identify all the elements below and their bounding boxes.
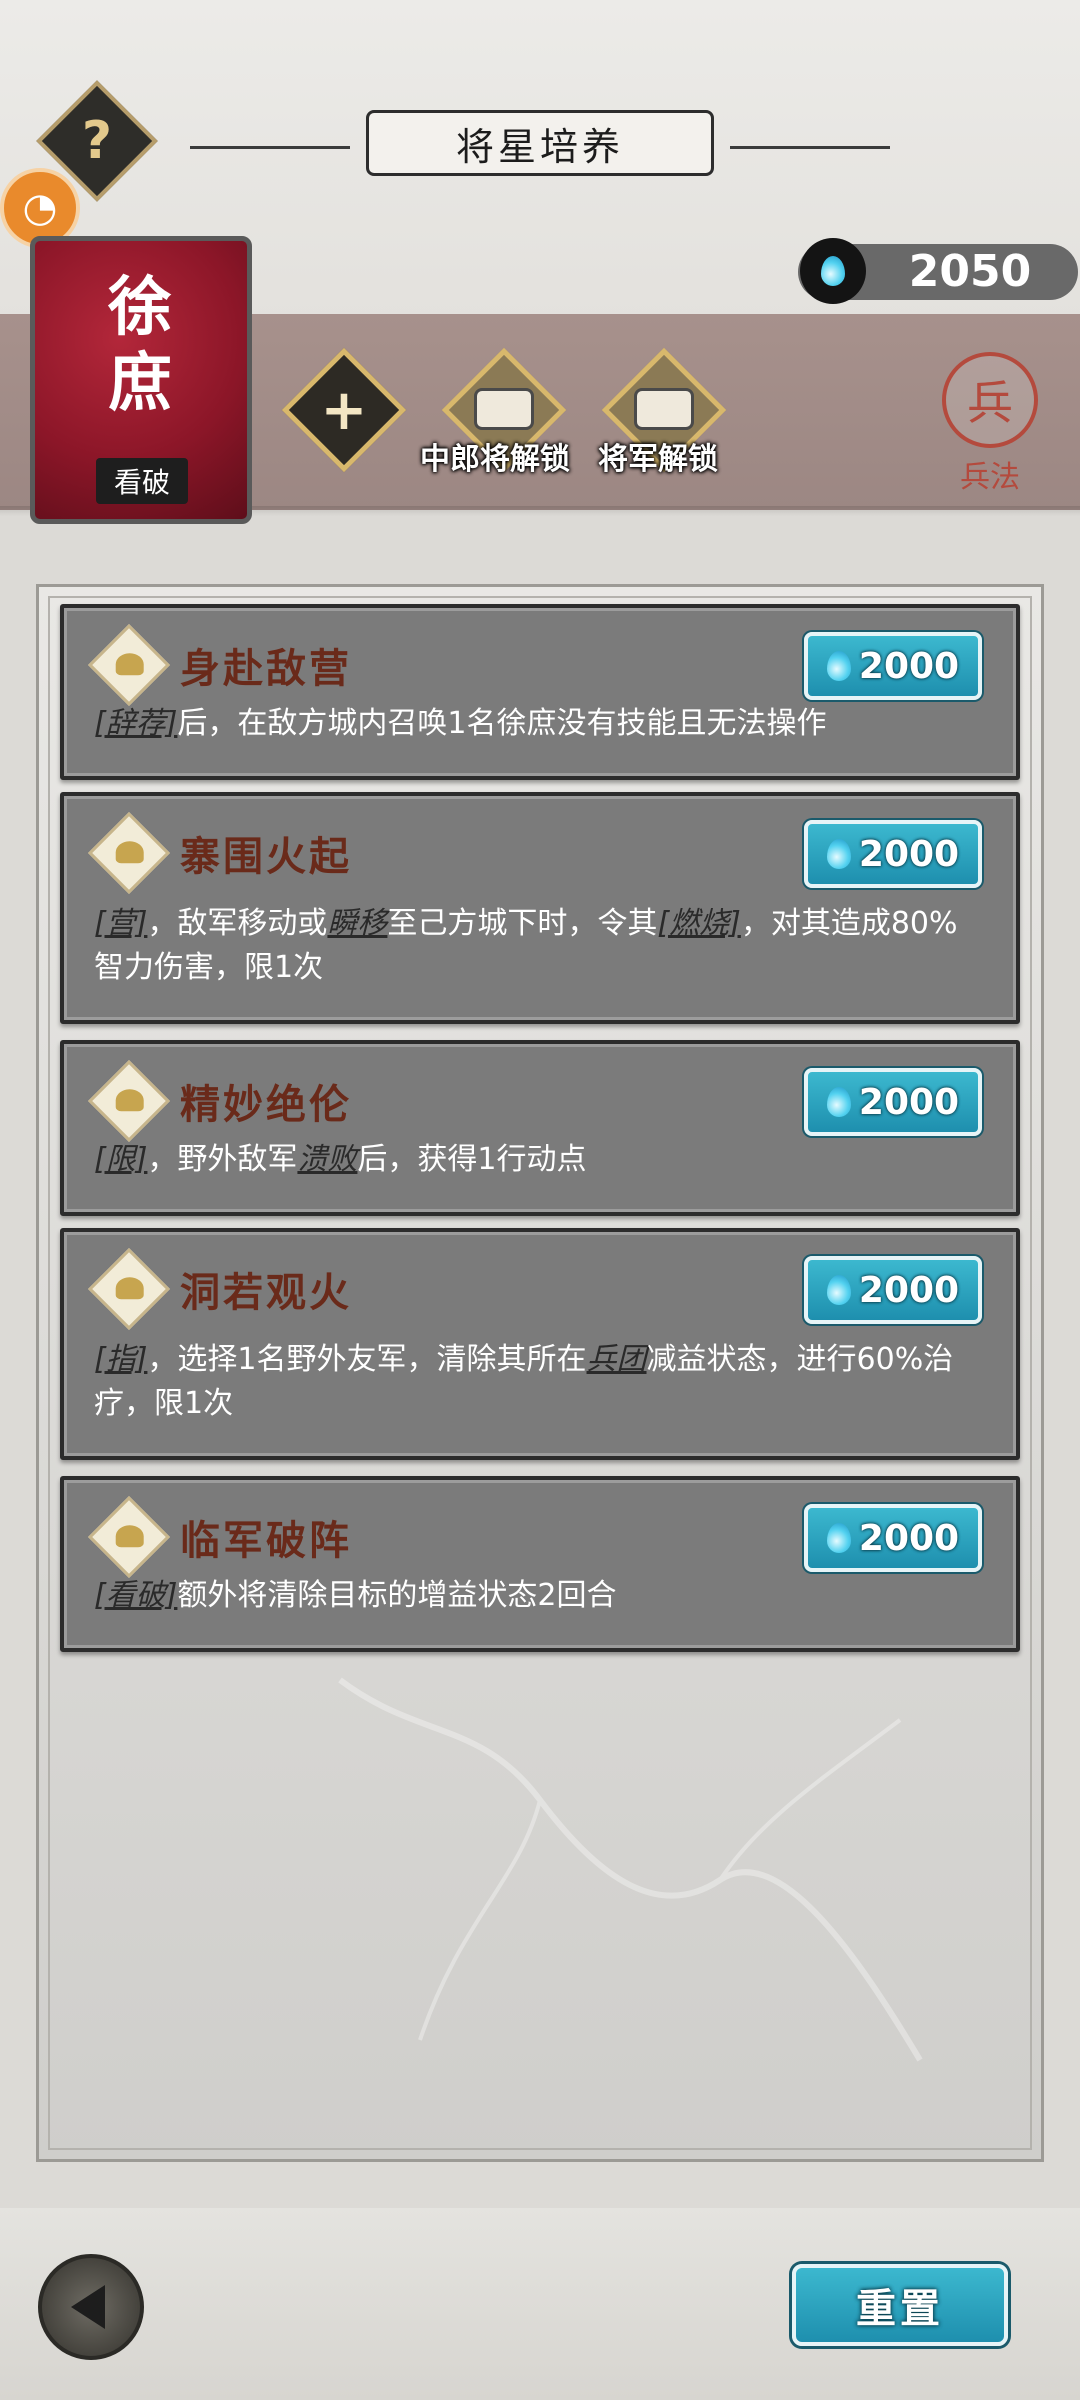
blue-flame-icon: [826, 1523, 851, 1553]
skill-title: 身赴敌营: [180, 645, 352, 692]
skill-description: [辞荐]后，在敌方城内召唤1名徐庶没有技能且无法操作: [94, 702, 984, 746]
unlock-skill-button[interactable]: 2000: [804, 1504, 982, 1572]
title-line-right: [730, 146, 890, 149]
blue-flame-icon: [826, 839, 851, 869]
skill-cost: 2000: [858, 645, 960, 687]
skill-badge-icon: [87, 811, 171, 895]
bingfa-label[interactable]: 兵法: [940, 452, 1040, 496]
skill-card[interactable]: 精妙绝伦 2000 [限]，野外敌军溃败后，获得1行动点: [60, 1040, 1020, 1216]
blue-flame-icon: [826, 1275, 851, 1305]
skill-keyword-link[interactable]: [限]: [94, 1142, 147, 1177]
skill-title: 临军破阵: [180, 1517, 352, 1564]
skill-description: [指]，选择1名野外友军，清除其所在兵团减益状态，进行60%治疗，限1次: [94, 1338, 984, 1426]
unlock-skill-button[interactable]: 2000: [804, 632, 982, 700]
skill-description: [看破]额外将清除目标的增益状态2回合: [94, 1574, 984, 1618]
skill-badge-icon: [87, 1059, 171, 1143]
hero-name: 徐庶: [108, 270, 172, 421]
skill-card[interactable]: 临军破阵 2000 [看破]额外将清除目标的增益状态2回合: [60, 1476, 1020, 1652]
currency-value: 2050: [908, 246, 1032, 297]
slot-label-1: 中郎将解锁: [420, 442, 570, 477]
skill-badge-icon: [87, 623, 171, 707]
crown-icon: [115, 1089, 144, 1112]
skill-keyword-link[interactable]: 溃败: [297, 1142, 357, 1177]
slot-label-2: 将军解锁: [598, 442, 718, 477]
crown-icon: [115, 841, 144, 864]
skill-description-text: ，野外敌军: [147, 1142, 298, 1177]
lock-icon: [474, 388, 534, 430]
blue-flame-icon: [800, 238, 866, 304]
skill-keyword-link[interactable]: [辞荐]: [94, 706, 177, 741]
back-button[interactable]: [38, 2254, 144, 2360]
skill-description: [营]，敌军移动或瞬移至己方城下时，令其[燃烧]，对其造成80%智力伤害，限1次: [94, 902, 984, 990]
back-arrow-icon: [71, 2285, 105, 2329]
blue-flame-icon: [826, 1087, 851, 1117]
skill-badge-icon: [87, 1495, 171, 1579]
skill-keyword-link[interactable]: [指]: [94, 1342, 147, 1377]
question-icon[interactable]: ?: [54, 98, 140, 184]
skill-title: 寨围火起: [180, 833, 352, 880]
marble-texture: [338, 1677, 923, 2062]
skill-keyword-link[interactable]: [燃烧]: [657, 906, 740, 941]
skill-cost: 2000: [858, 1517, 960, 1559]
skill-badge-icon: [87, 1247, 171, 1331]
skill-description-text: ，敌军移动或: [147, 906, 328, 941]
reset-button[interactable]: 重置: [792, 2264, 1008, 2346]
unlock-skill-button[interactable]: 2000: [804, 1068, 982, 1136]
skill-description-text: 后，获得1行动点: [357, 1142, 587, 1177]
skill-description: [限]，野外敌军溃败后，获得1行动点: [94, 1138, 984, 1182]
skill-keyword-link[interactable]: [看破]: [94, 1578, 177, 1613]
skill-keyword-link[interactable]: 瞬移: [327, 906, 387, 941]
skill-description-text: ，选择1名野外友军，清除其所在: [147, 1342, 587, 1377]
unlock-skill-button[interactable]: 2000: [804, 820, 982, 888]
skill-keyword-link[interactable]: [营]: [94, 906, 147, 941]
title-line-left: [190, 146, 350, 149]
skill-description-text: 额外将清除目标的增益状态2回合: [177, 1578, 617, 1613]
bingfa-book-icon[interactable]: 兵: [942, 352, 1038, 448]
crown-icon: [115, 1525, 144, 1548]
skill-cost: 2000: [858, 833, 960, 875]
skill-cost: 2000: [858, 1081, 960, 1123]
skill-title: 精妙绝伦: [180, 1081, 352, 1128]
lock-icon: [634, 388, 694, 430]
skill-keyword-link[interactable]: 兵团: [587, 1342, 647, 1377]
skill-card[interactable]: 寨围火起 2000 [营]，敌军移动或瞬移至己方城下时，令其[燃烧]，对其造成80%…: [60, 792, 1020, 1024]
blue-flame-icon: [826, 651, 851, 681]
hero-tag: 看破: [96, 458, 188, 504]
skill-description-text: 至己方城下时，令其: [387, 906, 658, 941]
skill-description-text: 后，在敌方城内召唤1名徐庶没有技能且无法操作: [177, 706, 827, 741]
skill-card[interactable]: 身赴敌营 2000 [辞荐]后，在敌方城内召唤1名徐庶没有技能且无法操作: [60, 604, 1020, 780]
crown-icon: [115, 653, 144, 676]
crown-icon: [115, 1277, 144, 1300]
unlock-skill-button[interactable]: 2000: [804, 1256, 982, 1324]
skill-title: 洞若观火: [180, 1269, 352, 1316]
plus-icon: +: [320, 377, 368, 443]
skill-card[interactable]: 洞若观火 2000 [指]，选择1名野外友军，清除其所在兵团减益状态，进行60%治疗…: [60, 1228, 1020, 1460]
page-title: 将星培养: [366, 110, 714, 176]
skill-cost: 2000: [858, 1269, 960, 1311]
